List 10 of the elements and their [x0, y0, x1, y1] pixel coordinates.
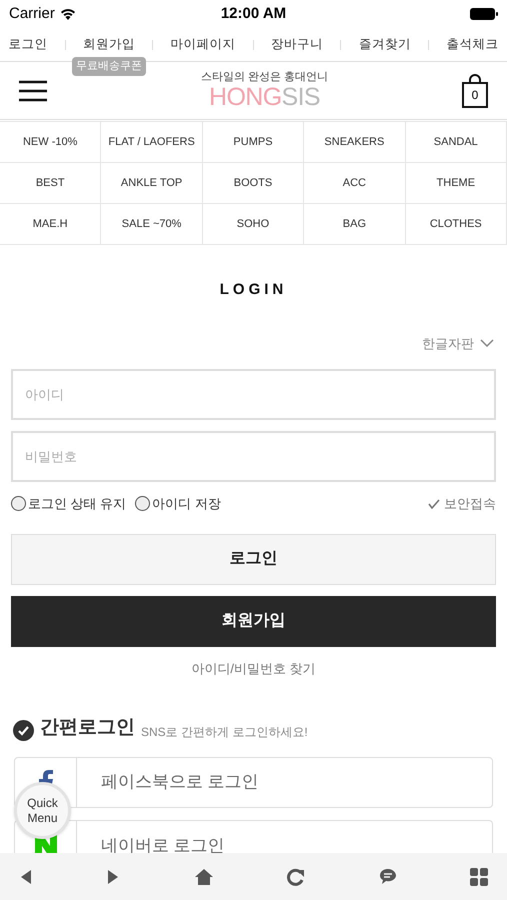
- cart-count: 0: [462, 82, 488, 108]
- carrier-label: Carrier: [9, 4, 55, 24]
- coupon-badge: 무료배송쿠폰: [72, 57, 146, 76]
- login-title: LOGIN: [218, 280, 288, 300]
- easy-login-subtitle: SNS로 간편하게 로그인하세요!: [141, 724, 308, 740]
- logo-tagline: 스타일의 완성은 홍대언니: [200, 72, 328, 82]
- option-label: 로그인 상태 유지: [28, 495, 126, 513]
- clock: 12:00 AM: [220, 4, 286, 24]
- option-label: 아이디 저장: [152, 495, 221, 513]
- easy-login-title: 간편로그인: [40, 716, 135, 740]
